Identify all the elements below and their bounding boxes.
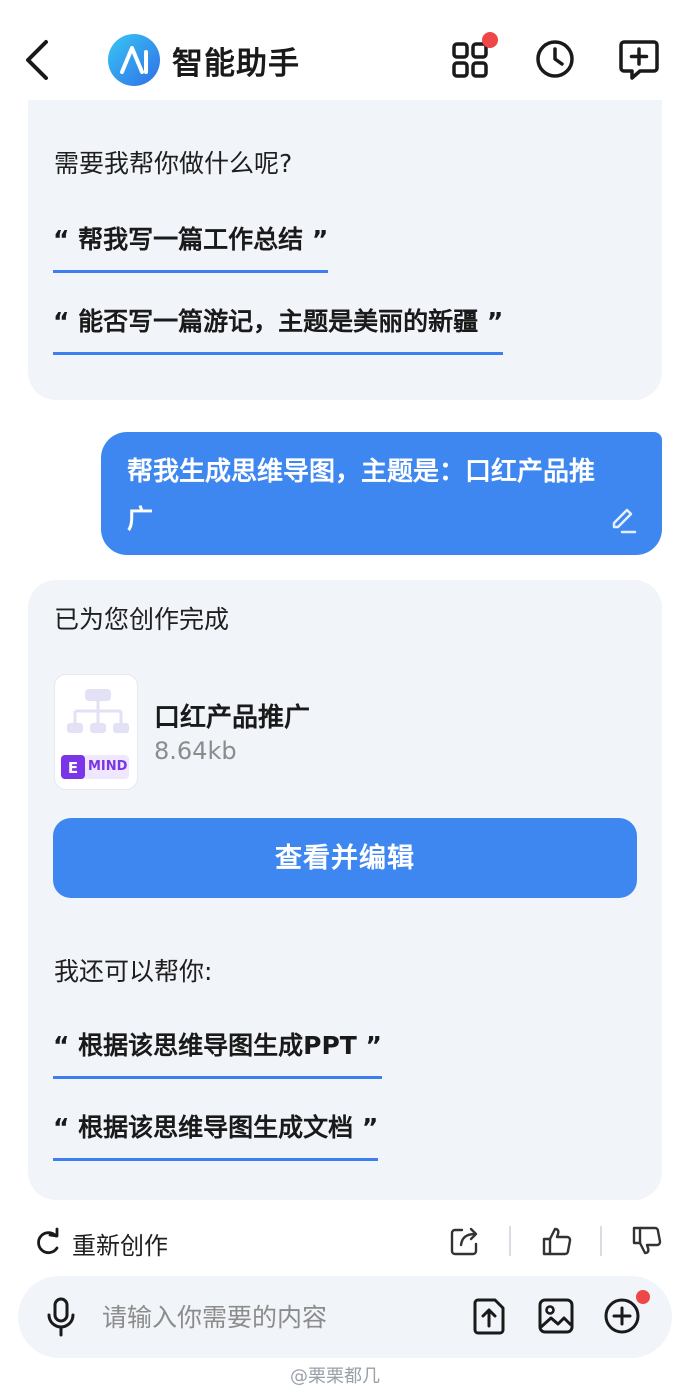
assistant-logo-icon <box>108 34 160 86</box>
mindmap-file-thumbnail[interactable]: E MIND <box>54 674 138 790</box>
svg-text:E: E <box>68 759 78 777</box>
suggestion-travel-xinjiang[interactable]: “ 能否写一篇游记，主题是美丽的新疆 ” <box>53 302 504 355</box>
user-message-bubble: 帮我生成思维导图，主题是：口红产品推广 <box>101 432 662 555</box>
microphone-icon[interactable] <box>44 1296 78 1338</box>
chat-input-bar <box>18 1276 672 1358</box>
suggestion-generate-document[interactable]: “ 根据该思维导图生成文档 ” <box>53 1108 379 1161</box>
message-input[interactable] <box>102 1296 442 1338</box>
user-message-text: 帮我生成思维导图，主题是：口红产品推广 <box>127 457 596 535</box>
regenerate-label: 重新创作 <box>72 1232 168 1260</box>
thumbs-up-icon[interactable] <box>540 1224 574 1258</box>
thumbs-down-icon[interactable] <box>630 1224 664 1258</box>
upload-file-icon[interactable] <box>470 1296 510 1336</box>
mind-badge-label: MIND <box>88 759 128 774</box>
notification-dot <box>636 1290 650 1304</box>
page-title: 智能助手 <box>172 46 300 82</box>
app-header: 智能助手 <box>0 0 690 100</box>
watermark-text: @栗栗都几 <box>290 1366 380 1387</box>
notification-dot <box>482 32 498 48</box>
add-plus-icon[interactable] <box>602 1296 642 1336</box>
suggestion-work-summary[interactable]: “ 帮我写一篇工作总结 ” <box>53 220 329 273</box>
refresh-icon <box>37 1227 59 1255</box>
result-status: 已为您创作完成 <box>54 605 230 634</box>
suggestion-generate-ppt[interactable]: “ 根据该思维导图生成PPT ” <box>53 1026 382 1079</box>
file-size: 8.64kb <box>154 737 237 765</box>
share-icon[interactable] <box>448 1224 482 1258</box>
action-divider <box>509 1226 511 1256</box>
file-name[interactable]: 口红产品推广 <box>154 697 310 734</box>
view-and-edit-button[interactable]: 查看并编辑 <box>53 818 637 898</box>
back-arrow-icon[interactable] <box>18 34 58 86</box>
intro-prompt: 需要我帮你做什么呢? <box>54 149 293 178</box>
image-upload-icon[interactable] <box>536 1296 576 1336</box>
history-clock-icon[interactable] <box>532 36 578 82</box>
edit-pencil-icon[interactable] <box>608 505 638 535</box>
new-chat-icon[interactable] <box>616 36 662 82</box>
action-divider <box>600 1226 602 1256</box>
more-help-prompt: 我还可以帮你: <box>54 957 213 986</box>
